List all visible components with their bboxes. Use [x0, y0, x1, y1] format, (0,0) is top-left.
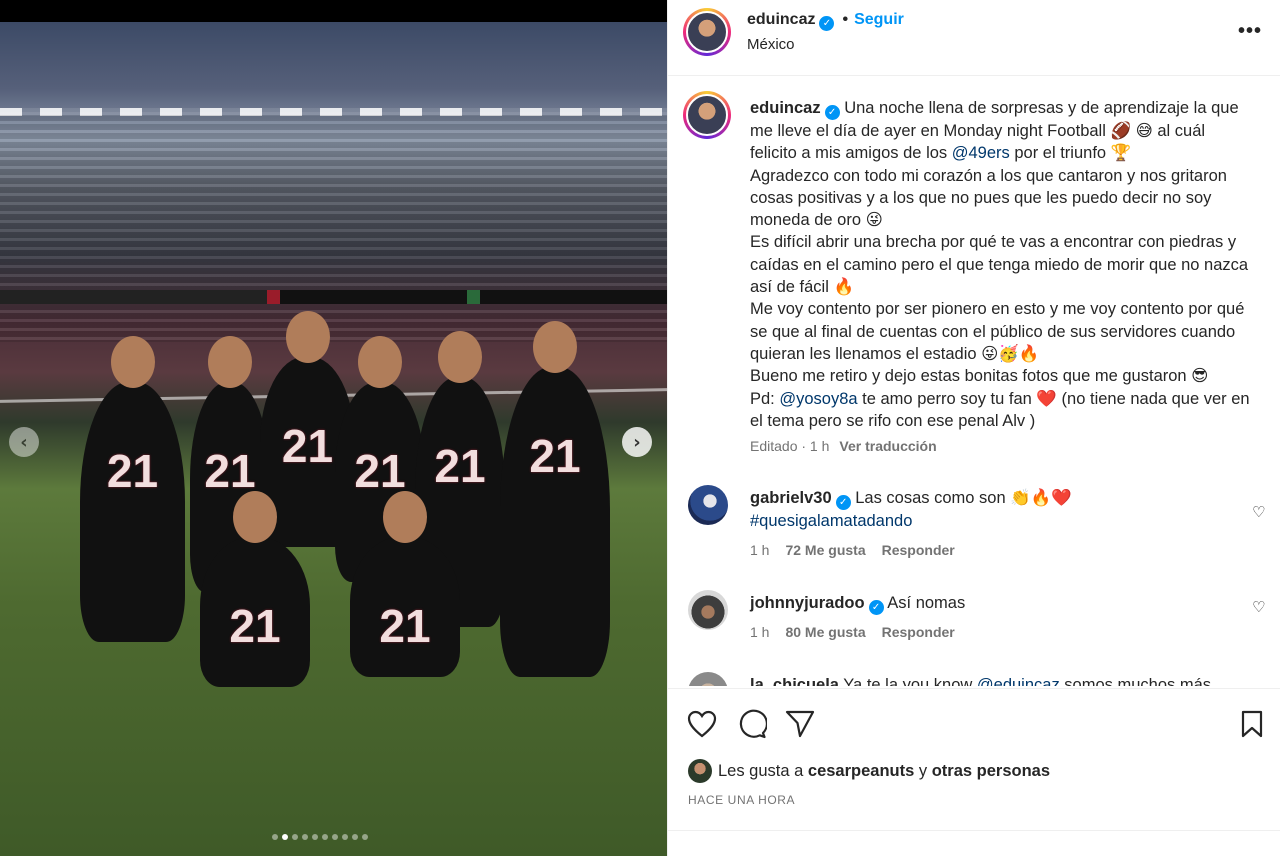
location-link[interactable]: México	[747, 36, 795, 53]
other-likers-link[interactable]: otras personas	[932, 762, 1050, 781]
caption-meta: Editado · 1 h Ver traducción	[750, 438, 937, 454]
group-of-people: 21 21 21 21 21 21 21 21	[60, 311, 660, 792]
commenter-avatar[interactable]	[688, 485, 728, 525]
commenter-username[interactable]: johnnyjuradoo	[750, 594, 865, 612]
post-media: 21 21 21 21 21 21 21 21 ‹ ›	[0, 0, 667, 856]
likes-summary[interactable]: Les gusta a cesarpeanuts y otras persona…	[688, 759, 1050, 783]
person: 21	[350, 491, 460, 677]
comment-likes[interactable]: 72 Me gusta	[785, 542, 865, 558]
mention-link[interactable]: @yosoy8a	[779, 390, 857, 408]
commenter-username[interactable]: la_chicuela	[750, 676, 839, 686]
mention-link[interactable]: @eduincaz	[977, 676, 1060, 686]
carousel-dot	[342, 834, 348, 840]
next-slide-button[interactable]: ›	[622, 427, 652, 457]
caption-text: eduincaz ✓ Una noche llena de sorpresas y…	[750, 99, 1255, 430]
carousel-dot	[362, 834, 368, 840]
commenter-username[interactable]: gabrielv30	[750, 489, 832, 507]
share-paper-plane-icon[interactable]	[783, 707, 817, 741]
verified-badge-icon: ✓	[835, 495, 851, 510]
comments-scroll-area[interactable]: eduincaz ✓ Una noche llena de sorpresas y…	[668, 77, 1280, 686]
chevron-left-icon: ‹	[20, 431, 28, 453]
liker-avatar	[688, 759, 712, 783]
add-comment-bar[interactable]	[668, 830, 1280, 857]
chevron-right-icon: ›	[633, 431, 641, 453]
see-translation-button[interactable]: Ver traducción	[839, 438, 936, 454]
post-header: eduincaz ✓ • Seguir México •••	[668, 0, 1280, 76]
follow-button[interactable]: Seguir	[854, 11, 904, 28]
carousel-dot	[272, 834, 278, 840]
more-options-icon[interactable]: •••	[1238, 20, 1262, 43]
carousel-dot	[282, 834, 288, 840]
carousel-dot	[332, 834, 338, 840]
reply-button[interactable]: Responder	[882, 542, 955, 558]
carousel-indicator	[272, 834, 368, 840]
carousel-dot	[292, 834, 298, 840]
commenter-avatar[interactable]	[688, 590, 728, 630]
hashtag-link[interactable]: #quesigalamatadando	[750, 512, 912, 530]
comment-time: 1 h	[750, 542, 770, 558]
reply-button[interactable]: Responder	[882, 624, 955, 640]
previous-slide-button[interactable]: ‹	[9, 427, 39, 457]
verified-badge-icon: ✓	[868, 600, 884, 615]
liker-username[interactable]: cesarpeanuts	[808, 762, 914, 781]
post-details-panel: eduincaz ✓ • Seguir México ••• eduincaz ✓ Un…	[667, 0, 1280, 856]
person: 21	[500, 321, 610, 677]
stadium-stands	[0, 112, 667, 342]
like-comment-heart-icon[interactable]: ♡	[1252, 503, 1265, 521]
instagram-post-modal: 21 21 21 21 21 21 21 21 ‹ › eduincaz ✓ • Se…	[0, 0, 1280, 856]
comment-time: 1 h	[750, 624, 770, 640]
person: 21	[200, 491, 310, 687]
person: 21	[80, 336, 185, 642]
carousel-dot	[312, 834, 318, 840]
like-heart-icon[interactable]	[685, 707, 719, 741]
comment-bubble-icon[interactable]	[735, 707, 769, 741]
post-photo[interactable]: 21 21 21 21 21 21 21 21	[0, 22, 667, 856]
comment-text: Las cosas como son 👏🔥❤️	[855, 489, 1072, 507]
caption-username[interactable]: eduincaz	[750, 99, 821, 117]
caption-author-avatar[interactable]	[683, 91, 731, 139]
post-actions: Les gusta a cesarpeanuts y otras persona…	[668, 688, 1280, 856]
verified-badge-icon: ✓	[819, 16, 835, 31]
commenter-avatar[interactable]	[688, 672, 728, 686]
verified-badge-icon: ✓	[824, 105, 840, 120]
separator-dot: •	[842, 11, 849, 28]
mention-link[interactable]: @49ers	[952, 144, 1010, 162]
author-username[interactable]: eduincaz	[747, 11, 815, 28]
carousel-dot	[302, 834, 308, 840]
comment-likes[interactable]: 80 Me gusta	[785, 624, 865, 640]
carousel-dot	[352, 834, 358, 840]
post-timestamp: HACE UNA HORA	[688, 793, 796, 807]
comment-text: Ya te la you know	[843, 676, 977, 686]
save-bookmark-icon[interactable]	[1235, 707, 1269, 741]
comment-text: Así nomas	[887, 594, 966, 612]
stadium-scoreboard	[0, 290, 667, 304]
author-avatar[interactable]	[683, 8, 731, 56]
like-comment-heart-icon[interactable]: ♡	[1252, 598, 1265, 616]
carousel-dot	[322, 834, 328, 840]
edited-timestamp: Editado · 1 h	[750, 438, 830, 454]
